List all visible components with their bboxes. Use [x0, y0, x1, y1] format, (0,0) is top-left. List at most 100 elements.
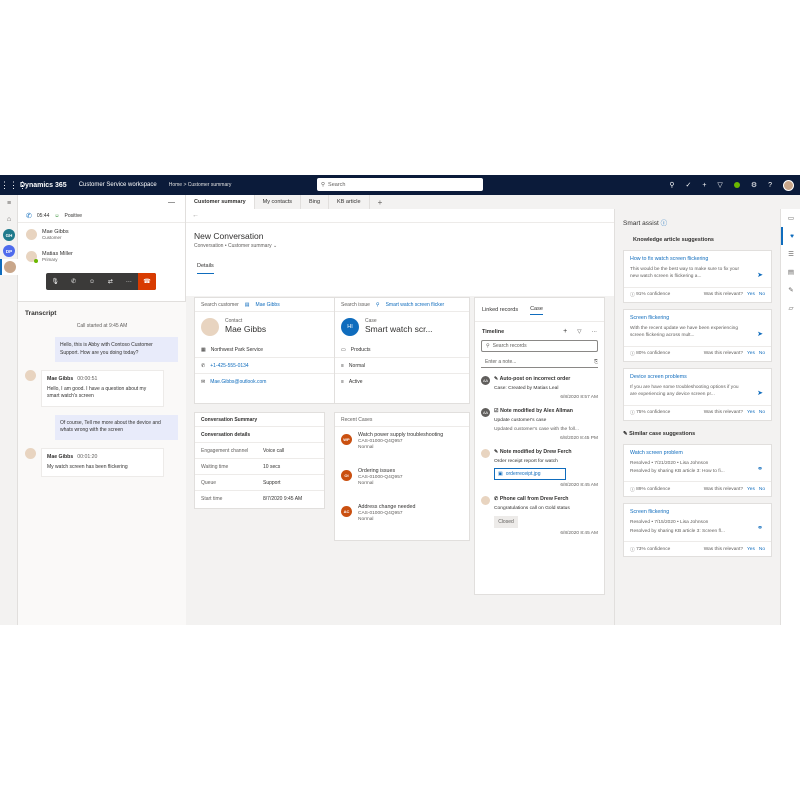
transfer-icon[interactable]: ⇄ [101, 278, 119, 285]
tab-kb-article[interactable]: KB article [329, 195, 370, 209]
note-icon: ☑ [494, 408, 499, 415]
kb-article-link[interactable]: How to fix watch screen flickering [630, 256, 765, 262]
send-icon[interactable]: ➤ [757, 389, 763, 397]
help-icon[interactable]: ? [768, 182, 772, 189]
mute-microphone-icon[interactable]: 🎙 [46, 278, 64, 285]
kb-article-link[interactable]: Screen flickering [630, 315, 765, 321]
kb-suggestion-card[interactable]: Device screen problems If you are have s… [623, 367, 772, 421]
case-status-row: ≡ Active [335, 374, 469, 390]
home-icon[interactable]: ⌂ [0, 211, 18, 227]
similar-case-link[interactable]: Watch screen problem [630, 450, 765, 456]
page-subtitle[interactable]: Conversation • Customer summary ⌄ [186, 243, 614, 249]
timeline-avatar: AA [481, 376, 490, 385]
tab-bing[interactable]: Bing [301, 195, 330, 209]
lightbulb-icon[interactable]: ⚲ [669, 181, 674, 189]
task-icon[interactable]: ✓ [685, 181, 691, 189]
hamburger-menu-icon[interactable]: ≡ [0, 195, 18, 211]
issue-card: Search issue ⚲ Smart watch screen flicke… [334, 297, 470, 404]
hold-call-icon[interactable]: ✆ [64, 278, 82, 285]
app-launcher-icon[interactable]: ⋮⋮⋮ [0, 180, 27, 191]
minimize-icon[interactable]: — [168, 199, 175, 206]
attach-icon[interactable]: ⎘ [594, 359, 598, 365]
relevance-no-button[interactable]: No [759, 292, 765, 297]
presence-status-icon[interactable] [733, 182, 740, 188]
consult-icon[interactable]: ☺ [83, 279, 101, 285]
relevance-yes-button[interactable]: Yes [747, 487, 755, 492]
brand-name[interactable]: Dynamics 365 [20, 182, 67, 189]
timeline-item[interactable]: ✎ Note modified by Drew Ferch Order rece… [475, 445, 604, 492]
tab-case[interactable]: Case [530, 304, 543, 315]
session-active[interactable] [0, 259, 18, 275]
more-options-icon[interactable]: ··· [592, 329, 598, 335]
recent-case-item[interactable]: AC Address change needed CAS-01000-Q4Q957… [335, 499, 469, 535]
similar-case-card[interactable]: Watch screen problem Resolved • 7/21/202… [623, 443, 772, 498]
confidence-label: 75% confidence [636, 410, 671, 416]
add-tab-icon[interactable]: + [370, 195, 391, 209]
relevance-yes-button[interactable]: Yes [747, 410, 755, 415]
customer-link[interactable]: Mae Gibbs [256, 302, 280, 308]
more-options-icon[interactable]: ··· [120, 279, 138, 285]
edit-pencil-icon[interactable]: ✎ [781, 281, 800, 299]
relevance-no-button[interactable]: No [759, 547, 765, 552]
search-icon: ⚲ [321, 181, 326, 188]
send-icon[interactable]: ➤ [757, 330, 763, 338]
link-case-icon[interactable]: ⚭ [757, 465, 763, 473]
notes-icon[interactable]: ▱ [781, 299, 800, 317]
filter-icon[interactable]: ▽ [577, 329, 581, 335]
kb-article-link[interactable]: Device screen problems [630, 374, 765, 380]
tab-linked-records[interactable]: Linked records [482, 307, 518, 313]
breadcrumb-current[interactable]: Customer summary [188, 182, 232, 188]
list-icon[interactable]: ☰ [781, 245, 800, 263]
participant-row[interactable]: Mae Gibbs Customer [18, 223, 185, 245]
relevance-no-button[interactable]: No [759, 487, 765, 492]
email-link[interactable]: Mae.Gibbs@outlook.com [210, 379, 266, 385]
user-avatar[interactable] [783, 179, 794, 191]
relevance-yes-button[interactable]: Yes [747, 351, 755, 356]
recent-case-item[interactable]: OI Ordering issues CAS-01000-Q4Q957 Normal [335, 463, 469, 499]
relevance-yes-button[interactable]: Yes [747, 547, 755, 552]
timeline-item[interactable]: AA ✎ Auto-post on incorrect order Case: … [475, 372, 604, 404]
timeline-search-input[interactable]: ⚲ Search records [481, 340, 598, 352]
relevance-no-button[interactable]: No [759, 410, 765, 415]
timeline-item[interactable]: ✆ Phone call from Drew Ferch Congratulat… [475, 492, 604, 539]
note-input[interactable]: Enter a note... ⎘ [481, 356, 598, 368]
tab-my-contacts[interactable]: My contacts [255, 195, 302, 209]
info-icon[interactable]: ⓘ [661, 220, 668, 227]
send-icon[interactable]: ➤ [757, 271, 763, 279]
relevance-yes-button[interactable]: Yes [747, 292, 755, 297]
add-icon[interactable]: + [702, 182, 706, 189]
relevance-footer: ⓘ 91% confidence Was this relevant? Yes No [624, 286, 771, 302]
settings-gear-icon[interactable]: ⚙ [751, 181, 757, 189]
participant-row[interactable]: Matias Miller Primary [18, 245, 185, 267]
tab-details[interactable]: Details [197, 263, 214, 274]
relevance-no-button[interactable]: No [759, 351, 765, 356]
knowledge-book-icon[interactable]: ▤ [781, 263, 800, 281]
session-dp[interactable]: DP [0, 243, 18, 259]
similar-case-link[interactable]: Screen flickering [630, 509, 765, 515]
app-name[interactable]: Customer Service workspace [79, 182, 157, 188]
smart-assist-icon[interactable]: ♥ [781, 227, 800, 245]
agent-script-icon[interactable]: ▭ [781, 209, 800, 227]
timeline-item[interactable]: AA ☑ Note modified by Alex Allman Update… [475, 404, 604, 445]
breadcrumb-home[interactable]: Home [169, 182, 182, 188]
kb-suggestion-card[interactable]: Screen flickering With the recent update… [623, 308, 772, 362]
tab-customer-summary[interactable]: Customer summary [186, 195, 255, 209]
smart-assist-header: Smart assist ⓘ [615, 209, 780, 233]
similar-case-card[interactable]: Screen flickering Resolved • 7/15/2020 •… [623, 503, 772, 558]
session-tab-bar: Customer summary My contacts Bing KB art… [186, 195, 800, 209]
attachment-chip[interactable]: ▣ orderreceipt.jpg [494, 468, 566, 481]
link-case-icon[interactable]: ⚭ [757, 524, 763, 532]
add-icon[interactable]: + [563, 328, 567, 335]
filter-icon[interactable]: ▽ [717, 181, 722, 189]
similar-cases-title: ✎ Similar case suggestions [615, 427, 780, 441]
end-call-icon[interactable]: ☎ [138, 273, 157, 290]
session-gh[interactable]: GH [0, 227, 18, 243]
phone-link[interactable]: +1-425-555-0134 [210, 363, 249, 369]
global-search-input[interactable]: ⚲ Search [317, 178, 483, 191]
recent-case-item[interactable]: WP Watch power supply troubleshooting CAS… [335, 427, 469, 463]
back-arrow-icon[interactable]: ← [192, 212, 199, 219]
issue-link[interactable]: Smart watch screen flicker [386, 302, 445, 308]
similar-case-resolution: Resolved by sharing KB article 3: How to… [630, 468, 725, 474]
participant-avatar [26, 228, 37, 240]
kb-suggestion-card[interactable]: How to fix watch screen flickering This … [623, 250, 772, 303]
